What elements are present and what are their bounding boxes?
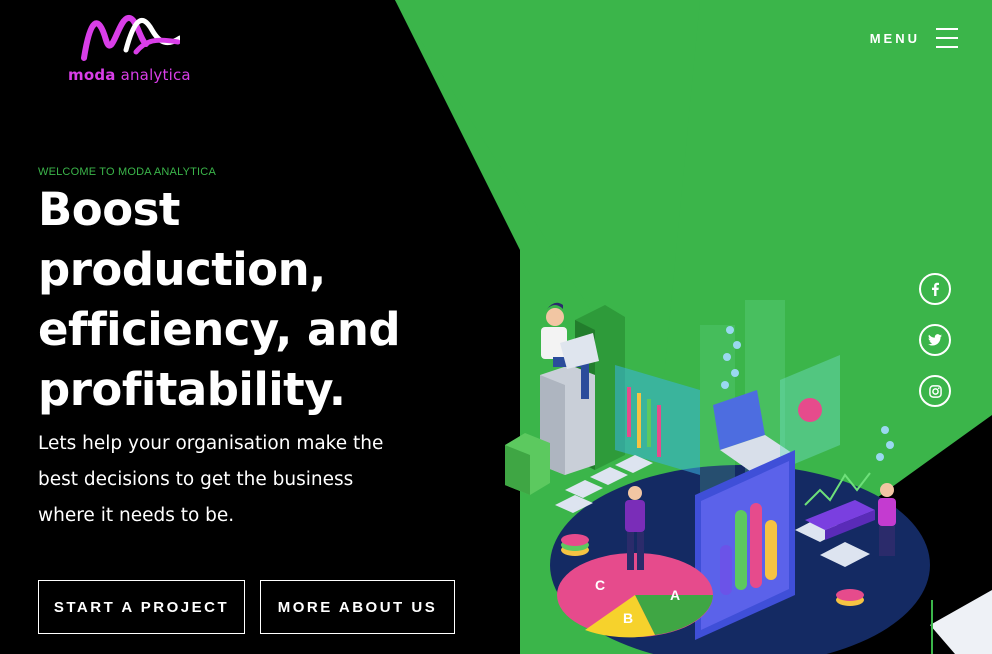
logo-mark-icon: [81, 15, 180, 61]
brand-logo[interactable]: moda analytica: [68, 10, 193, 85]
pie-label: A: [670, 587, 680, 603]
hero-headline: Boost production, efficiency, and profit…: [38, 180, 498, 420]
logo-wordmark: moda analytica: [68, 66, 191, 84]
headline-line: production,: [38, 243, 326, 296]
more-about-us-button[interactable]: MORE ABOUT US: [260, 580, 455, 634]
headline-line: profitability.: [38, 363, 346, 416]
menu-label: MENU: [869, 30, 920, 46]
facebook-icon: [932, 282, 939, 296]
headline-line: Boost: [38, 183, 180, 236]
menu-toggle[interactable]: MENU: [870, 28, 958, 48]
subtext-line: where it needs to be.: [38, 505, 235, 526]
subtext-line: Lets help your organisation make the: [38, 433, 384, 454]
analytics-illustration: C A B: [505, 300, 992, 654]
start-project-button[interactable]: START A PROJECT: [38, 580, 245, 634]
hero-subtext: Lets help your organisation make the bes…: [38, 426, 458, 534]
hero-eyebrow: WELCOME TO MODA ANALYTICA: [38, 166, 216, 178]
hamburger-icon: [936, 28, 958, 48]
headline-line: efficiency, and: [38, 303, 401, 356]
pie-label: C: [595, 577, 605, 593]
pie-label: B: [623, 610, 633, 626]
subtext-line: best decisions to get the business: [38, 469, 354, 490]
